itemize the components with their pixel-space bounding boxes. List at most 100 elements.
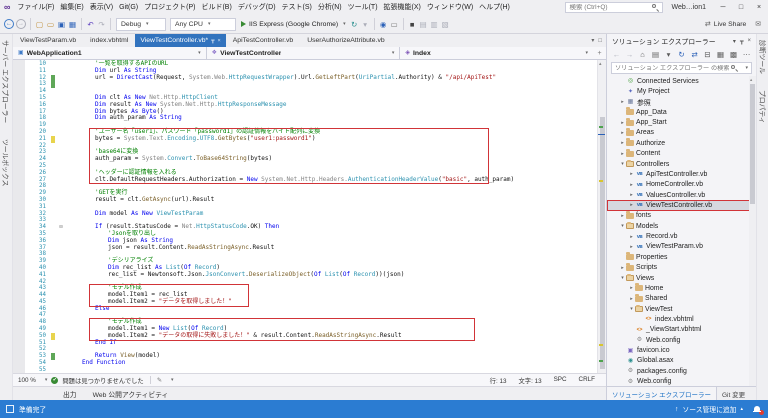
tree-item[interactable]: ▣favicon.ico bbox=[607, 345, 756, 355]
expander-icon[interactable]: ▸ bbox=[619, 120, 626, 126]
tree-item[interactable]: ▸fonts bbox=[607, 211, 756, 221]
quick-search-box[interactable] bbox=[565, 2, 663, 13]
menu-item[interactable]: ファイル(F) bbox=[14, 0, 57, 15]
menu-item[interactable]: Git(G) bbox=[116, 0, 141, 15]
tree-item[interactable]: ▸Areas bbox=[607, 128, 756, 138]
comment-icon[interactable]: ▤ bbox=[418, 16, 429, 33]
class-dropdown[interactable]: ❖ ViewTestController ▾ bbox=[207, 47, 401, 59]
output-tab[interactable]: Web 公開アクティビティ bbox=[93, 389, 169, 399]
maximize-button[interactable]: □ bbox=[732, 0, 750, 15]
search-input[interactable] bbox=[569, 4, 652, 11]
code-cleanup-icon[interactable]: ✎ bbox=[157, 377, 162, 384]
save-icon[interactable]: ▣ bbox=[56, 16, 67, 33]
tree-item[interactable]: ▸VBRecord.vb bbox=[607, 231, 756, 241]
nav-back-icon[interactable]: ← bbox=[4, 19, 14, 29]
close-button[interactable]: × bbox=[750, 0, 768, 15]
open-file-icon[interactable]: ▭ bbox=[45, 16, 56, 33]
tree-item[interactable]: ◉Global.asax bbox=[607, 356, 756, 366]
menu-item[interactable]: 拡張機能(X) bbox=[381, 0, 424, 15]
tree-item[interactable]: ▾ViewTest bbox=[607, 304, 756, 314]
panel-tab[interactable]: 診断ツール bbox=[758, 40, 768, 74]
line-indicator[interactable]: 行: 13 bbox=[490, 376, 507, 385]
code-line[interactable]: 27clt.DefaultRequestHeaders.Authorizatio… bbox=[13, 177, 597, 184]
se-home-icon[interactable]: ⌂ bbox=[638, 46, 647, 63]
expander-icon[interactable]: ▸ bbox=[628, 202, 635, 208]
panel-tab[interactable]: プロパティ bbox=[758, 90, 768, 124]
menu-item[interactable]: デバッグ(D) bbox=[235, 0, 279, 15]
outline-icon[interactable]: ▧ bbox=[440, 16, 451, 33]
nav-forward-icon[interactable]: → bbox=[16, 19, 26, 29]
member-dropdown[interactable]: ◈ Index ▾ bbox=[400, 47, 593, 59]
tree-item[interactable]: ▸Authorize bbox=[607, 138, 756, 148]
expander-icon[interactable]: ▾ bbox=[619, 275, 626, 281]
panel-bottom-tab[interactable]: Git 変更 bbox=[717, 387, 750, 400]
find-in-files-icon[interactable]: ◉ bbox=[378, 16, 389, 33]
tree-item[interactable]: ⚙Web.config bbox=[607, 335, 756, 345]
column-indicator[interactable]: 文字: 13 bbox=[518, 376, 541, 385]
se-more-icon[interactable]: ⋯ bbox=[742, 46, 751, 63]
panel-tab[interactable]: ツールボックス bbox=[1, 139, 11, 186]
minimize-button[interactable]: ─ bbox=[714, 0, 732, 15]
scrollbar-thumb[interactable] bbox=[600, 117, 605, 369]
expander-icon[interactable]: ▸ bbox=[628, 244, 635, 250]
expander-icon[interactable]: ▸ bbox=[619, 99, 626, 105]
expander-icon[interactable]: ▸ bbox=[619, 213, 626, 219]
tree-item[interactable]: Properties bbox=[607, 252, 756, 262]
feedback-icon[interactable]: ✉ bbox=[755, 20, 761, 28]
expander-icon[interactable]: ▸ bbox=[628, 285, 635, 291]
tree-item[interactable]: ▸VBHomeController.vb bbox=[607, 180, 756, 190]
tree-item[interactable]: ▸VBApiTestController.vb bbox=[607, 169, 756, 179]
se-sync-active-doc-icon[interactable]: ⇄ bbox=[690, 46, 699, 63]
uncomment-icon[interactable]: ▥ bbox=[429, 16, 440, 33]
close-icon[interactable]: × bbox=[747, 38, 751, 44]
tree-item[interactable]: <>_ViewStart.vbhtml bbox=[607, 325, 756, 335]
menu-item[interactable]: ヘルプ(H) bbox=[476, 0, 513, 15]
line-ending-indicator[interactable]: CRLF bbox=[579, 376, 595, 385]
live-share-button[interactable]: ⇄ Live Share ✉ bbox=[705, 20, 765, 28]
expander-icon[interactable]: ▸ bbox=[628, 182, 635, 188]
document-tab[interactable]: ViewTestParam.vb bbox=[13, 34, 83, 47]
tree-item[interactable]: App_Data bbox=[607, 107, 756, 117]
se-back-icon[interactable]: ← bbox=[612, 46, 621, 63]
tree-item[interactable]: ▸Scripts bbox=[607, 262, 756, 272]
expander-icon[interactable]: ▸ bbox=[628, 234, 635, 240]
refresh-icon[interactable]: ↻ bbox=[349, 16, 360, 33]
expander-icon[interactable]: ▸ bbox=[628, 171, 635, 177]
expander-icon[interactable]: ▸ bbox=[628, 192, 635, 198]
code-line[interactable]: 24auth_param = System.Convert.ToBase64St… bbox=[13, 156, 597, 163]
panel-tab[interactable]: サーバー エクスプローラー bbox=[1, 40, 11, 123]
browser-link-icon[interactable]: ▭ bbox=[389, 16, 400, 33]
menu-item[interactable]: ツール(T) bbox=[345, 0, 381, 15]
tab-float-icon[interactable]: □ bbox=[598, 38, 602, 44]
menu-item[interactable]: 表示(V) bbox=[87, 0, 116, 15]
tree-item[interactable]: ◎Connected Services bbox=[607, 76, 756, 86]
solution-search-input[interactable] bbox=[615, 65, 729, 72]
se-forward-icon[interactable]: → bbox=[625, 46, 634, 63]
expand-icon[interactable]: ▴ bbox=[740, 406, 743, 412]
tree-item[interactable]: ⚙Web.config bbox=[607, 376, 756, 386]
code-line[interactable]: 36Dim json As String bbox=[13, 238, 597, 245]
tree-item[interactable]: ▸▦参照 bbox=[607, 97, 756, 107]
code-line[interactable]: 12url = DirectCast(Request, System.Web.H… bbox=[13, 75, 597, 82]
code-line[interactable]: 44model.Item1 = rec_list bbox=[13, 292, 597, 299]
output-tab[interactable]: 出力 bbox=[63, 389, 77, 399]
menu-item[interactable]: プロジェクト(P) bbox=[141, 0, 198, 15]
pin-icon[interactable]: ┳ bbox=[740, 38, 744, 45]
health-message[interactable]: 問題は見つかりませんでした bbox=[62, 376, 143, 385]
expander-icon[interactable]: ▾ bbox=[619, 223, 626, 229]
pin-icon[interactable]: ┳ bbox=[211, 38, 214, 44]
code-line[interactable]: 38 bbox=[13, 251, 597, 258]
menu-item[interactable]: 分析(N) bbox=[315, 0, 345, 15]
solution-search-box[interactable]: ▾ bbox=[611, 62, 752, 74]
run-options-icon[interactable]: ▾ bbox=[360, 16, 371, 33]
code-editor[interactable]: 10'一覧を取得するAPIのURL11Dim url As String12ur… bbox=[13, 60, 606, 373]
tab-overflow-icon[interactable]: ▾ bbox=[591, 37, 594, 44]
document-tab[interactable]: ApiTestController.vb bbox=[226, 34, 300, 47]
code-line[interactable]: 48'モデル作成 bbox=[13, 319, 597, 326]
se-refresh-icon[interactable]: ↻ bbox=[677, 46, 686, 63]
expander-icon[interactable]: ▸ bbox=[619, 265, 626, 271]
save-all-icon[interactable]: ▦ bbox=[67, 16, 78, 33]
project-dropdown[interactable]: ▣ WebApplication1 ▾ bbox=[13, 47, 207, 59]
scroll-up-icon[interactable]: ▴ bbox=[750, 77, 752, 83]
tree-item[interactable]: ⚙packages.config bbox=[607, 366, 756, 376]
